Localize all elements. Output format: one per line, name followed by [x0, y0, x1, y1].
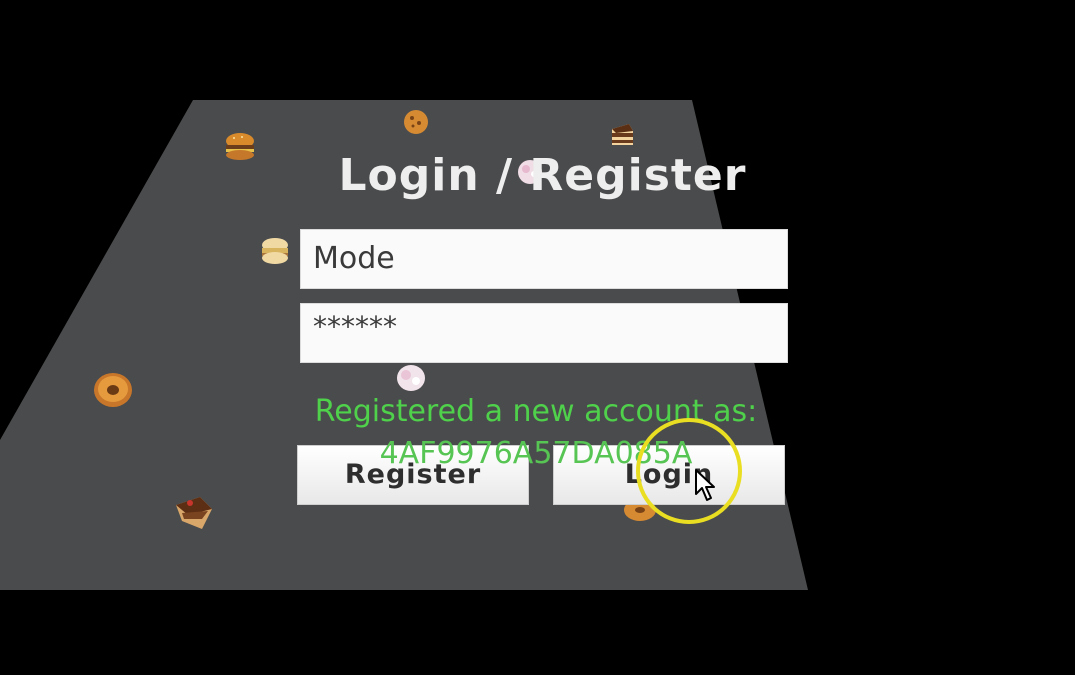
sandwich-icon: [262, 238, 288, 264]
username-input[interactable]: Mode: [300, 229, 788, 289]
cake-slice-icon: [612, 124, 633, 145]
password-input[interactable]: ******: [300, 303, 788, 363]
account-id: 4AF9976A57DA085A: [379, 436, 693, 471]
cupcake-icon: [397, 365, 425, 391]
cookie-icon: [404, 110, 428, 134]
cake-slice-icon: [176, 497, 212, 529]
status-message: Registered a new account as:: [314, 394, 758, 429]
game-scene: Login / Register Mode ****** Register Lo…: [0, 0, 1075, 675]
page-title: Login / Register: [338, 150, 747, 201]
